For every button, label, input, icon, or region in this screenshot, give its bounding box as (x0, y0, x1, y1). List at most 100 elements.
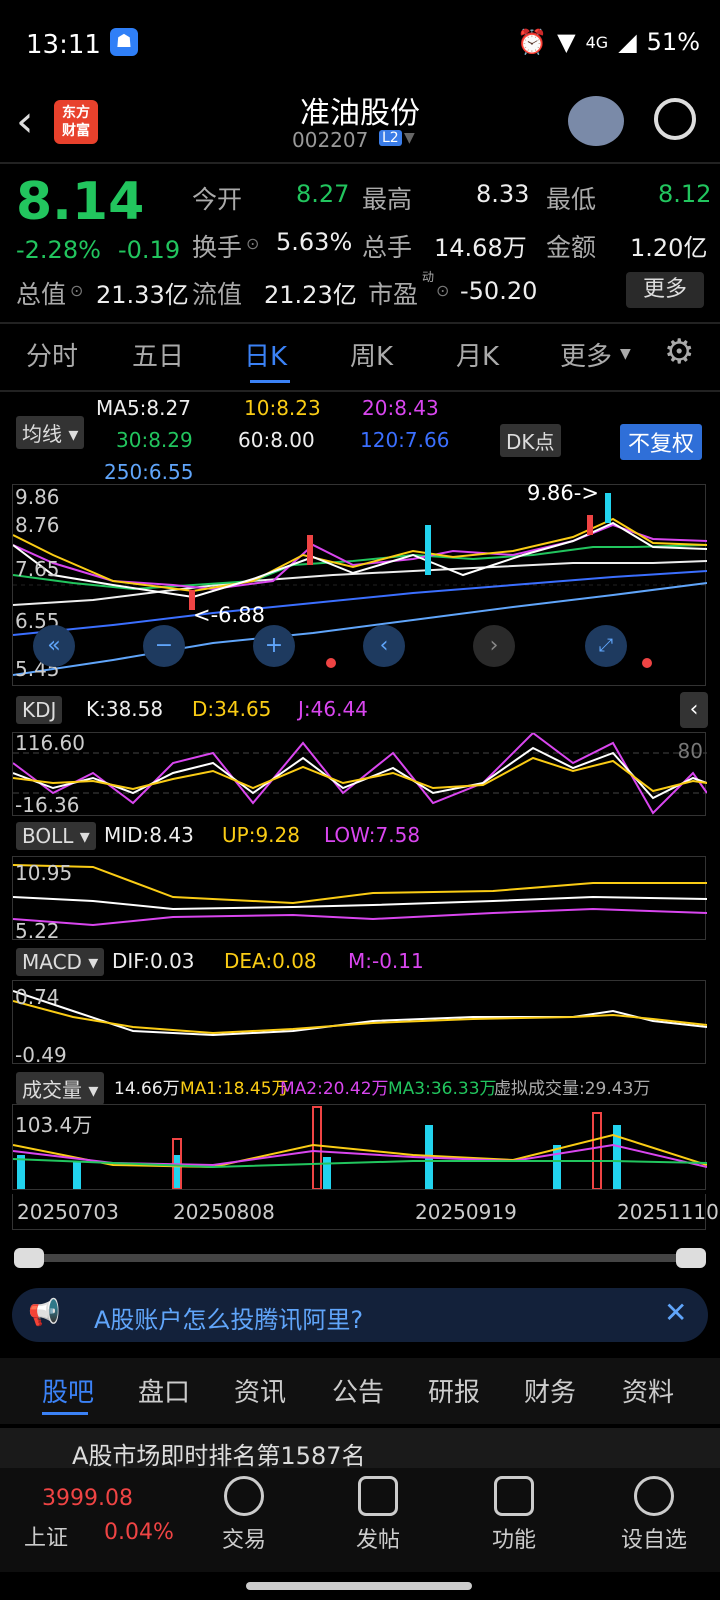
divider (0, 390, 720, 392)
pe-value: -50.20 (460, 277, 538, 305)
macd-dif: DIF:0.03 (112, 949, 195, 973)
ma120-value: 120:7.66 (360, 428, 450, 452)
boll-selector[interactable]: BOLL ▾ (16, 822, 96, 850)
low-marker: <-6.88 (193, 603, 265, 627)
tab-news[interactable]: 资讯 (234, 1372, 286, 1409)
kdj-y-bottom: -16.36 (15, 793, 80, 817)
range-slider-track[interactable] (16, 1254, 704, 1262)
mktcap-value: 21.33亿 (96, 281, 189, 309)
status-time: 13:11 (26, 30, 101, 60)
chevron-down-icon[interactable]: ▼ (620, 346, 631, 362)
boll-y-top: 10.95 (15, 861, 73, 885)
tab-weekly-k[interactable]: 周K (350, 336, 393, 373)
date-label: 20250703 (17, 1200, 119, 1224)
scroll-right-icon[interactable]: › (473, 625, 515, 667)
tab-profile[interactable]: 资料 (622, 1372, 674, 1409)
macd-selector[interactable]: MACD ▾ (16, 948, 105, 976)
stock-code: 002207 (292, 128, 369, 152)
index-name[interactable]: 上证 (24, 1520, 68, 1552)
close-icon[interactable]: ✕ (664, 1296, 687, 1329)
rank-teaser[interactable]: A股市场即时排名第1587名 (0, 1428, 720, 1468)
macd-y-top: 0.74 (15, 985, 60, 1009)
tab-intraday[interactable]: 分时 (26, 336, 78, 373)
tab-daily-k[interactable]: 日K (244, 336, 287, 373)
mktcap-label: 总值 (16, 280, 67, 309)
kdj-selector[interactable]: KDJ (16, 696, 63, 724)
info-tabs: 股吧 盘口 资讯 公告 研报 财务 资料 (0, 1358, 720, 1424)
high-marker: 9.86-> (527, 481, 599, 505)
tab-guba[interactable]: 股吧 (42, 1372, 94, 1409)
tab-underline (42, 1412, 88, 1415)
alarm-icon: ⏰ (517, 28, 548, 56)
kdj-chart: 116.60 -16.36 80 (12, 731, 708, 817)
ad-banner[interactable]: 📢 A股账户怎么投腾讯阿里? ✕ (12, 1288, 708, 1342)
range-slider-left-handle[interactable] (14, 1248, 44, 1268)
tab-announcements[interactable]: 公告 (332, 1372, 384, 1409)
megaphone-icon: 📢 (28, 1298, 61, 1328)
date-label: 20251110 (617, 1200, 719, 1224)
volume-selector[interactable]: 成交量 ▾ (16, 1072, 105, 1105)
signal-icon: ◢ (618, 28, 637, 56)
nav-functions[interactable]: 功能 (474, 1476, 554, 1554)
candles (189, 493, 611, 610)
tab-monthly-k[interactable]: 月K (456, 336, 499, 373)
tab-underline (250, 380, 290, 383)
robot-assistant-icon[interactable] (568, 96, 624, 146)
boll-mid: MID:8.43 (104, 823, 194, 847)
boll-chart: 10.95 5.22 (12, 856, 708, 943)
status-bar: 13:11 ☗ ⏰ ▼ 4G ◢ 51% (0, 0, 720, 90)
volume-ma2: MA2:20.42万 (280, 1079, 389, 1099)
nav-post[interactable]: 发帖 (338, 1476, 418, 1554)
ma10-value: 10:8.23 (244, 396, 321, 420)
scroll-start-icon[interactable]: « (33, 625, 75, 667)
pe-sup: 动 (422, 270, 435, 284)
date-label: 20250808 (173, 1200, 275, 1224)
zoom-out-icon[interactable]: − (143, 625, 185, 667)
period-tabs: 分时 五日 日K 周K 月K 更多 ▼ ⚙ (0, 332, 720, 386)
info-icon[interactable]: ⊙ (246, 234, 259, 253)
boll-y-bottom: 5.22 (15, 919, 60, 943)
kdj-y-top: 116.60 (15, 731, 85, 755)
volume-label: 成交量 (22, 1078, 82, 1102)
nav-add-watchlist[interactable]: 设自选 (606, 1476, 702, 1554)
tab-5day[interactable]: 五日 (132, 336, 184, 373)
tab-finance[interactable]: 财务 (524, 1372, 576, 1409)
notification-app-icon: ☗ (110, 28, 138, 56)
y-axis-label: 9.86 (15, 485, 60, 509)
fullscreen-icon[interactable]: ⤢ (585, 625, 627, 667)
l2-badge[interactable]: L2 (379, 130, 402, 146)
boll-label: BOLL (22, 824, 74, 848)
amount-label: 金额 (546, 233, 597, 262)
index-pct: 0.04% (104, 1520, 174, 1545)
range-slider-right-handle[interactable] (676, 1248, 706, 1268)
collapse-icon[interactable]: ‹ (680, 692, 708, 728)
rank-teaser-text: A股市场即时排名第1587名 (72, 1442, 366, 1468)
turnover-label: 换手 (192, 233, 243, 262)
zoom-in-icon[interactable]: + (253, 625, 295, 667)
ma250-value: 250:6.55 (104, 460, 194, 484)
macd-dea: DEA:0.08 (224, 949, 317, 973)
boll-up: UP:9.28 (222, 823, 300, 847)
tab-more[interactable]: 更多 (560, 336, 612, 373)
high-value: 8.33 (476, 180, 530, 208)
adjust-mode-button[interactable]: 不复权 (620, 424, 703, 460)
scroll-left-icon[interactable]: ‹ (363, 625, 405, 667)
more-button[interactable]: 更多 (626, 272, 704, 308)
info-icon[interactable]: ⊙ (436, 281, 449, 300)
ma-selector[interactable]: 均线 ▾ (16, 416, 85, 449)
nav-trade[interactable]: 交易 (204, 1476, 284, 1554)
settings-gear-icon[interactable]: ⚙ (664, 332, 694, 372)
dk-point-toggle[interactable]: DK点 (500, 424, 561, 457)
home-indicator[interactable] (246, 1582, 472, 1590)
kline-chart[interactable]: 9.86 8.76 7.65 6.55 5.45 9.86-> <-6.88 «… (12, 481, 708, 686)
tab-pankou[interactable]: 盘口 (138, 1372, 190, 1409)
info-icon[interactable]: ⊙ (70, 281, 83, 300)
chevron-down-icon[interactable]: ▼ (404, 130, 415, 146)
search-icon[interactable] (654, 98, 696, 140)
macd-y-bottom: -0.49 (15, 1043, 67, 1067)
open-value: 8.27 (296, 180, 350, 208)
y-axis-label: 7.65 (15, 557, 60, 581)
volume-ma3: MA3:36.33万 (388, 1079, 497, 1099)
tab-research[interactable]: 研报 (428, 1372, 480, 1409)
ma5-value: MA5:8.27 (96, 396, 191, 420)
